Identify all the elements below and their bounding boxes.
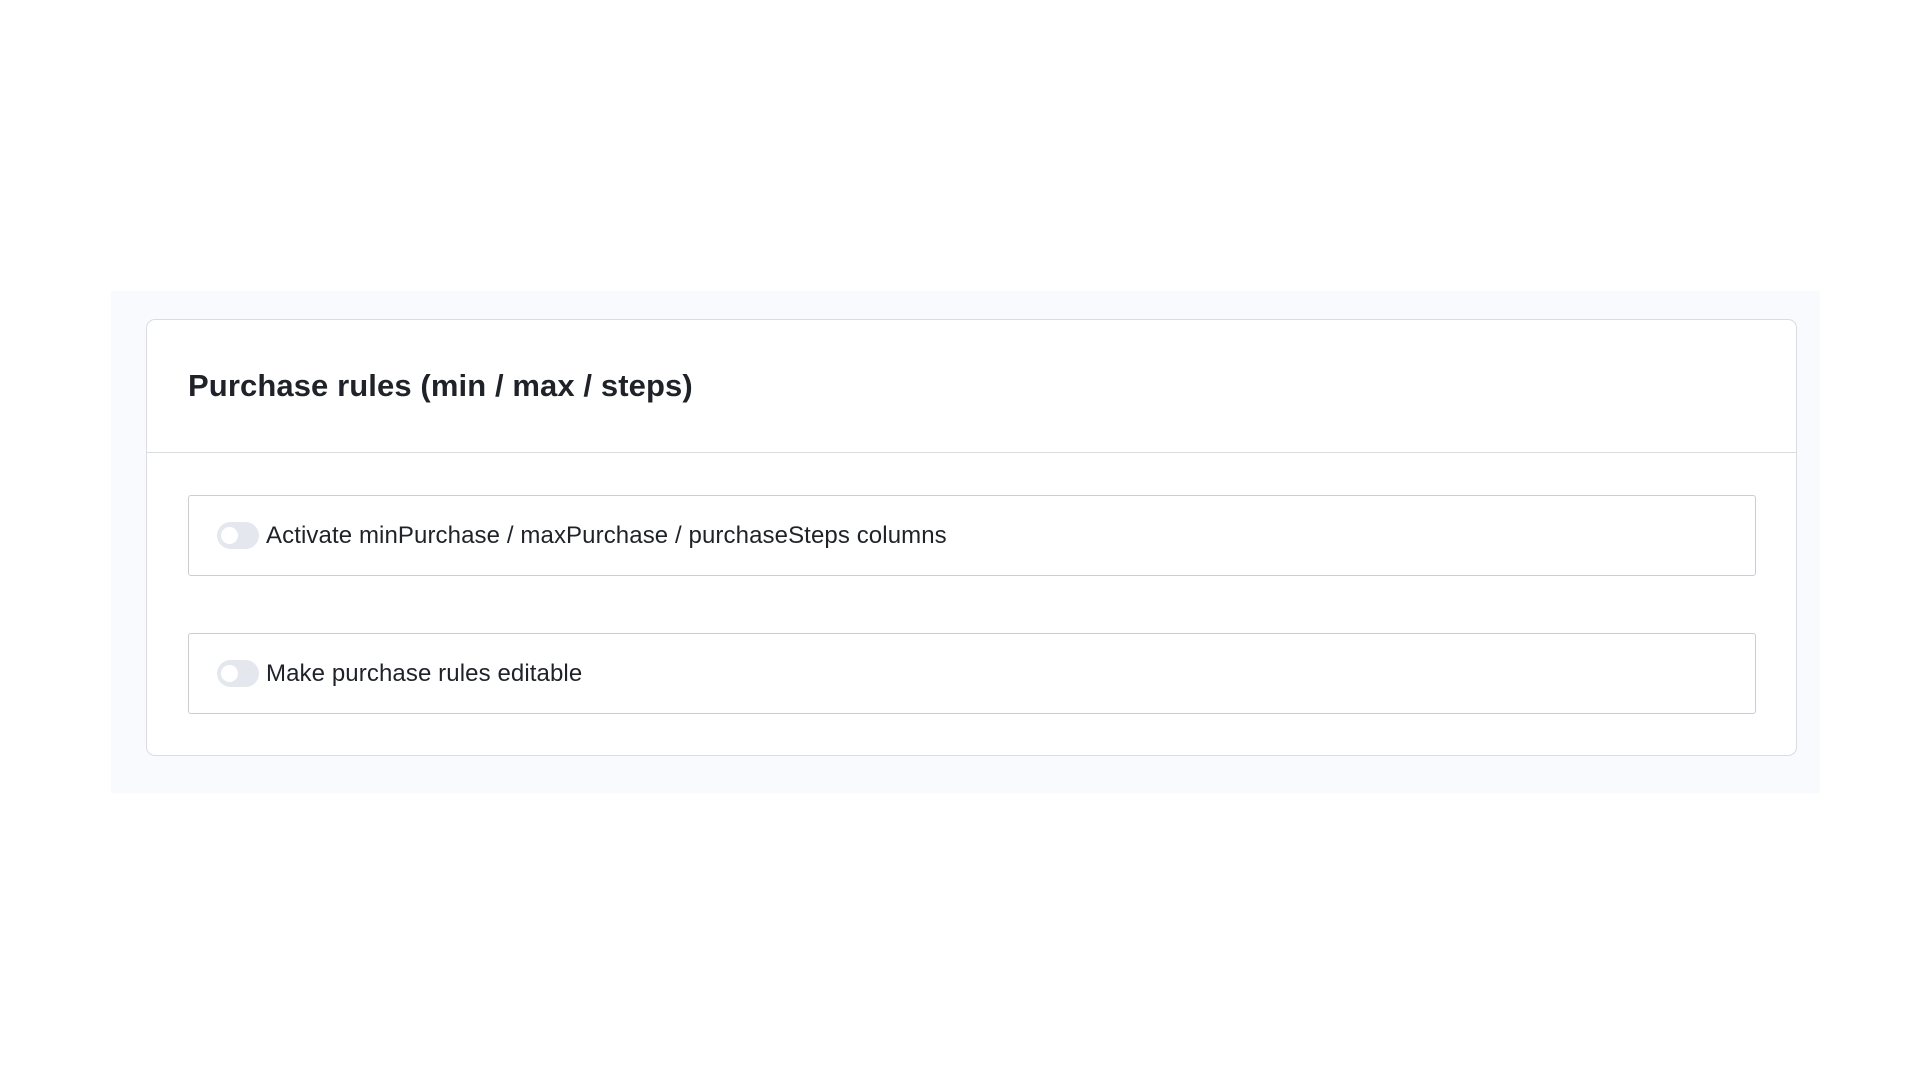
- editable-rules-toggle[interactable]: [217, 660, 259, 687]
- toggle-knob: [221, 665, 238, 682]
- activate-columns-toggle[interactable]: [217, 522, 259, 549]
- purchase-rules-card: Purchase rules (min / max / steps) Activ…: [146, 319, 1797, 756]
- card-title: Purchase rules (min / max / steps): [188, 368, 693, 403]
- card-header: Purchase rules (min / max / steps): [147, 320, 1796, 453]
- activate-columns-label: Activate minPurchase / maxPurchase / pur…: [266, 521, 947, 549]
- settings-section: Purchase rules (min / max / steps) Activ…: [111, 291, 1820, 793]
- toggle-knob: [221, 527, 238, 544]
- editable-rules-option: Make purchase rules editable: [188, 633, 1756, 714]
- editable-rules-label: Make purchase rules editable: [266, 659, 583, 687]
- activate-columns-option: Activate minPurchase / maxPurchase / pur…: [188, 495, 1756, 576]
